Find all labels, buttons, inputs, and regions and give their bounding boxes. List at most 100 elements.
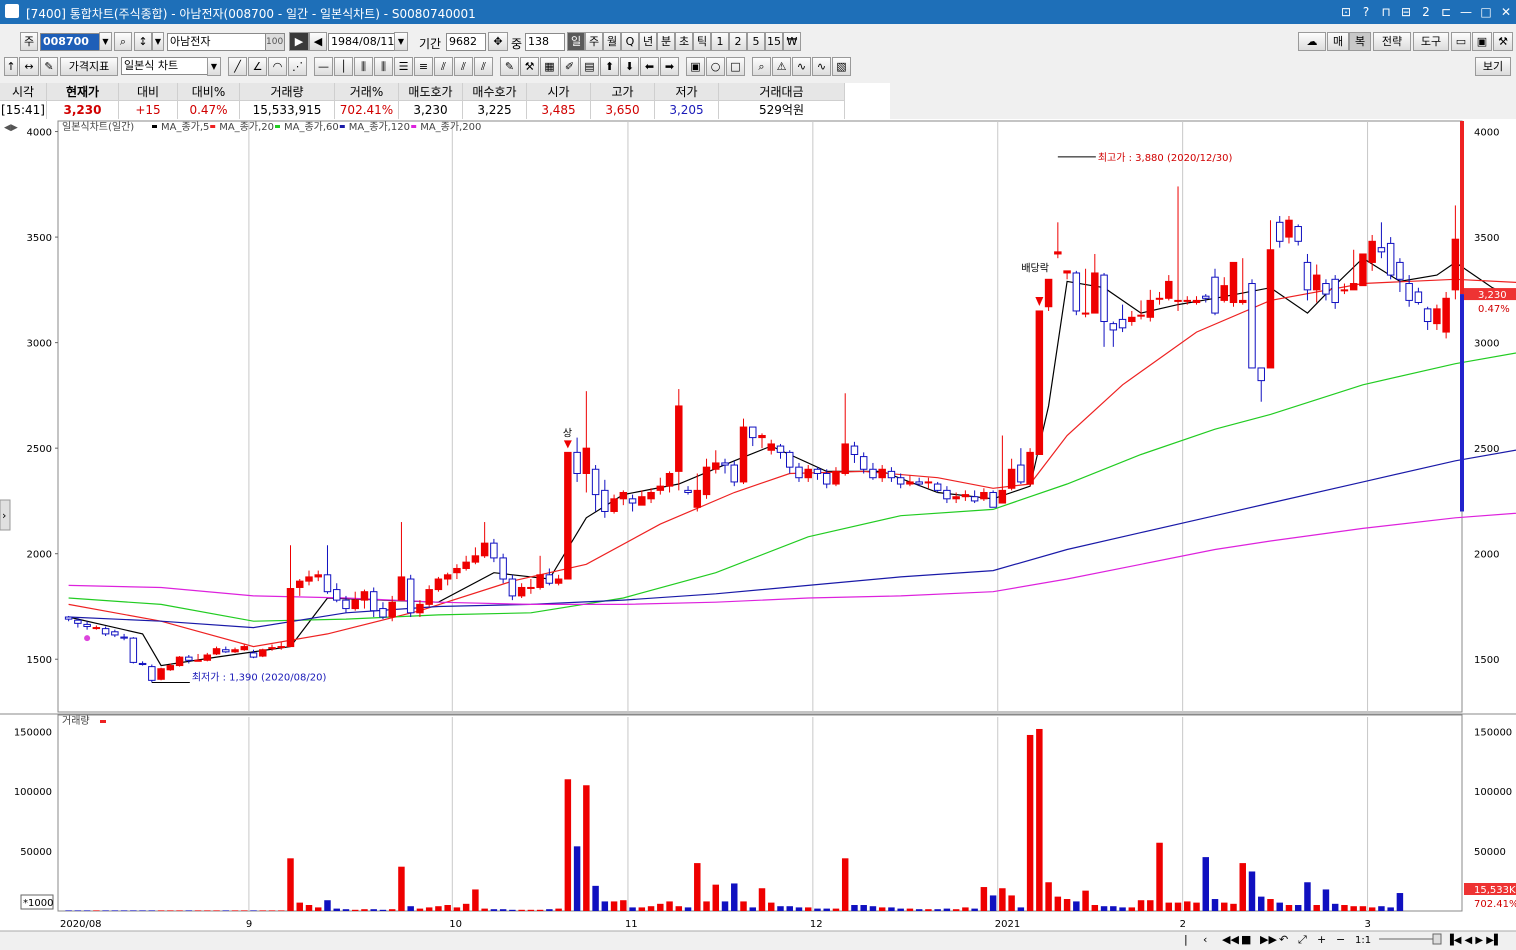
timeframe-11[interactable]: 15 [765,32,783,51]
period-input[interactable]: 9682 [446,33,486,51]
strategy-button[interactable]: 전략 [1373,32,1411,51]
close-button[interactable]: ✕ [1496,5,1516,19]
cloud-icon[interactable]: ☁ [1298,32,1326,51]
timeframe-12[interactable]: ₩ [783,32,801,51]
hline-tool-icon[interactable]: — [314,57,333,76]
layout-icon[interactable]: ⊟ [1396,5,1416,19]
left-tool-icon[interactable]: ⬅ [640,57,659,76]
text-tool-icon[interactable]: ▤ [580,57,599,76]
quote-header-10: 저가 [655,83,719,101]
line-tool-icon[interactable]: ╱ [228,57,247,76]
date-dropdown-icon[interactable]: ▼ [394,32,408,51]
search-icon[interactable]: ⌕ [114,32,132,51]
candle [369,591,378,612]
timeframe-6[interactable]: 초 [675,32,693,51]
cycle2-tool-icon[interactable]: ⫼ [374,57,393,76]
pen-tool-icon[interactable]: ✎ [500,57,519,76]
timeframe-2[interactable]: 월 [603,32,621,51]
help-icon[interactable]: ? [1356,5,1376,19]
candle [1026,451,1034,485]
channel3-tool-icon[interactable]: ⫽ [474,57,493,76]
rect-tool-icon[interactable]: □ [726,57,745,76]
volume-bar [971,908,978,911]
save-icon[interactable]: ▣ [1472,32,1492,51]
circle-tool-icon[interactable]: ○ [706,57,725,76]
timeframe-5[interactable]: 분 [657,32,675,51]
timeframe-9[interactable]: 2 [729,32,747,51]
dock-icon[interactable]: ⊏ [1436,5,1456,19]
timeframe-7[interactable]: 틱 [693,32,711,51]
timeframe-1[interactable]: 주 [585,32,603,51]
wrench-icon[interactable]: ⚒ [1493,32,1513,51]
chart-area[interactable]: 2020/08 9 10 11 12 2021 2 3 1500 1500 2000 2000 2500… [0,119,1516,947]
compound-button[interactable]: 복 [1349,32,1371,51]
volume-bar [83,910,91,911]
candle [1239,299,1247,304]
screen-icon[interactable]: ⊡ [1336,5,1356,19]
channel2-tool-icon[interactable]: ⫽ [454,57,473,76]
color-tool-icon[interactable]: ▦ [540,57,559,76]
angle-tool-icon[interactable]: ∠ [248,57,267,76]
move-icon[interactable]: ✥ [488,32,508,51]
fan-tool-icon[interactable]: ⋰ [288,57,307,76]
cycle-tool-icon[interactable]: ⫼ [354,57,373,76]
down-tool-icon[interactable]: ⬇ [620,57,639,76]
indicator-button[interactable]: 가격지표 [60,57,118,76]
alert-tool-icon[interactable]: ⚠ [772,57,791,76]
market-button[interactable]: 주 [20,32,38,51]
minimize-button[interactable]: — [1456,5,1476,19]
volume-bar [564,779,572,911]
maximize-button[interactable]: □ [1476,5,1496,19]
volume-bar [610,901,618,911]
draw-tool-icon[interactable]: ✐ [560,57,579,76]
chart-type-dropdown-icon[interactable]: ▼ [207,57,221,76]
grid-tool-icon[interactable]: ≡ [414,57,433,76]
right-tool-icon[interactable]: ➡ [660,57,679,76]
arrow-up-icon[interactable]: ↑ [4,57,18,76]
arc-tool-icon[interactable]: ◠ [268,57,287,76]
candle [286,588,295,648]
volume-bar [1276,902,1283,911]
pin-icon[interactable]: ⊓ [1376,5,1396,19]
volume-bar [499,909,507,911]
timeframe-0[interactable]: 일 [567,32,585,51]
volume-bar [250,910,257,911]
volume-bar [74,910,82,911]
timeframe-3[interactable]: Q [621,32,639,51]
code-dropdown-icon[interactable]: ▼ [99,32,112,51]
chart-type-select[interactable]: 일본식 차트 [121,57,221,75]
volume-bar [1026,734,1034,911]
view-button[interactable]: 보기 [1475,57,1511,76]
wave2-tool-icon[interactable]: ∿ [812,57,831,76]
list-tool-icon[interactable]: ☰ [394,57,413,76]
buy-button[interactable]: 매 [1327,32,1349,51]
volume-bar [259,910,267,911]
edit-icon[interactable]: ✎ [40,57,58,76]
link-group-icon[interactable]: 2 [1416,5,1436,19]
tools-button[interactable]: 도구 [1413,32,1449,51]
candle [240,646,249,651]
box-tool-icon[interactable]: ▣ [686,57,705,76]
timeframe-8[interactable]: 1 [711,32,729,51]
vol-tick-right: 100000 [1474,787,1512,798]
y-tick-left: 2000 [27,550,52,561]
up-tool-icon[interactable]: ⬆ [600,57,619,76]
sort-icon[interactable]: ↕ [134,32,152,51]
timeframe-4[interactable]: 년 [639,32,657,51]
play-forward-button[interactable]: ▶ [289,32,309,51]
wave-tool-icon[interactable]: ∿ [792,57,811,76]
volume-bar [1137,900,1145,911]
candlestick-chart[interactable]: 2020/08 9 10 11 12 2021 2 3 1500 1500 2000 2000 2500… [0,119,1516,947]
sort-dropdown-icon[interactable]: ▼ [152,32,164,51]
zoom-tool-icon[interactable]: ⌕ [752,57,771,76]
volume-bar [768,902,775,911]
image-tool-icon[interactable]: ▧ [832,57,851,76]
vline-tool-icon[interactable]: │ [334,57,353,76]
timeframe-10[interactable]: 5 [747,32,765,51]
expand-icon[interactable]: ↔ [19,57,39,76]
open-folder-icon[interactable]: ▭ [1451,32,1471,51]
play-back-button[interactable]: ◀ [309,32,327,51]
count-input[interactable]: 138 [525,33,565,51]
tool-tool-icon[interactable]: ⚒ [520,57,539,76]
channel-tool-icon[interactable]: ⫽ [434,57,453,76]
